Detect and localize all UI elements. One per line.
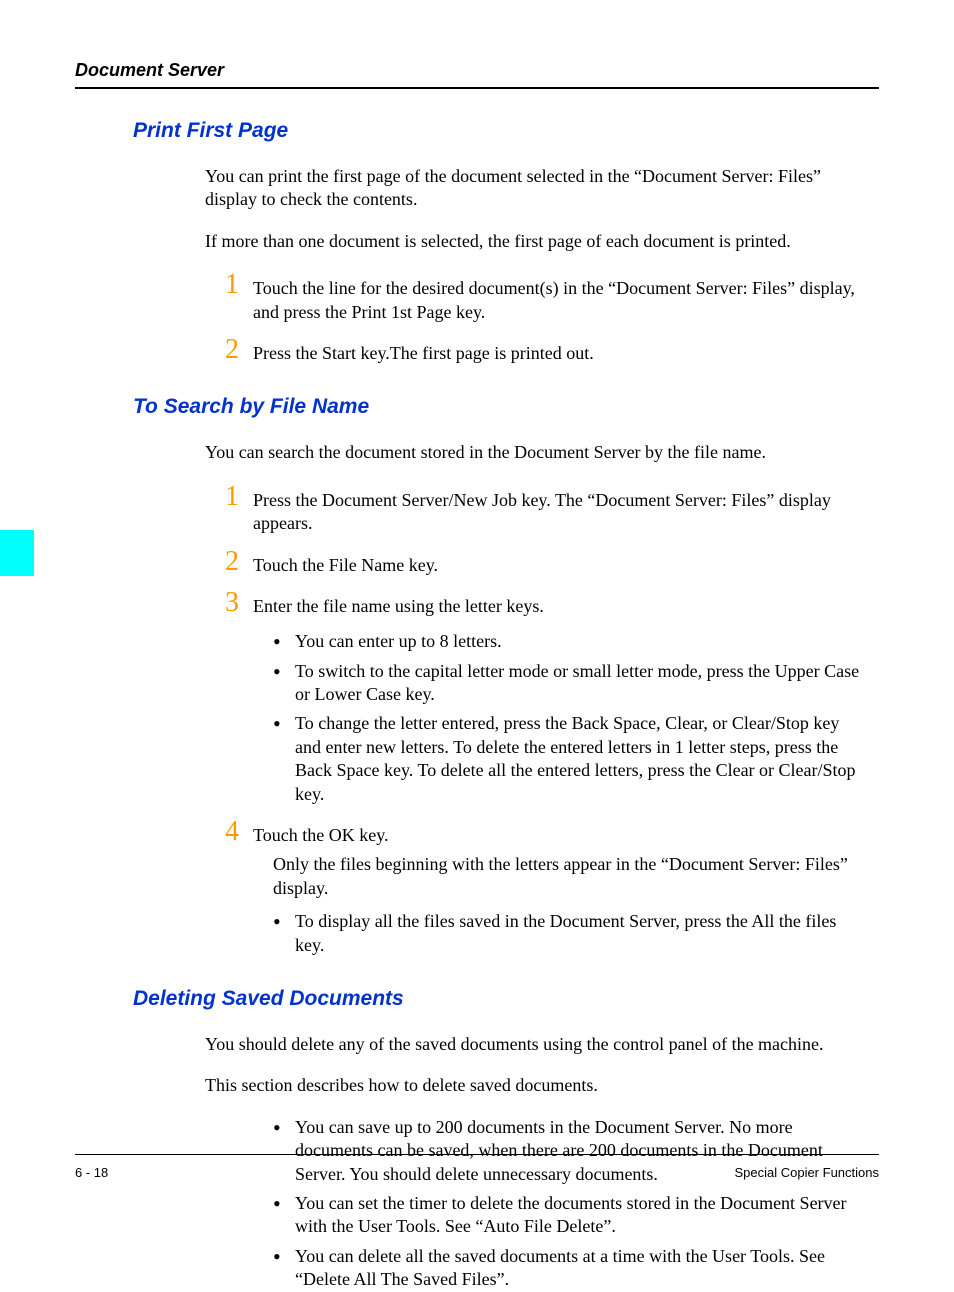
step-text: Touch the line for the desired document(…	[253, 271, 869, 324]
bullet-list: To display all the files saved in the Do…	[273, 910, 869, 957]
step-number: 2	[225, 548, 253, 576]
step-list: 1 Press the Document Server/New Job key.…	[225, 483, 869, 957]
step-item: 2 Touch the File Name key.	[225, 548, 869, 577]
step-text: Touch the File Name key.	[253, 548, 869, 577]
paragraph: You can search the document stored in th…	[205, 441, 869, 464]
step-text: Touch the OK key.	[253, 818, 869, 847]
step-item: 2 Press the Start key.The first page is …	[225, 336, 869, 365]
step-number: 2	[225, 336, 253, 364]
page-footer: 6 - 18 Special Copier Functions	[75, 1154, 879, 1180]
paragraph: If more than one document is selected, t…	[205, 230, 869, 253]
footer-section-title: Special Copier Functions	[734, 1165, 879, 1180]
section-body-search-by-file-name: You can search the document stored in th…	[205, 441, 869, 957]
section-heading-search-by-file-name: To Search by File Name	[133, 395, 879, 419]
step-extra-text: Only the files beginning with the letter…	[273, 853, 869, 900]
bullet-item: You can enter up to 8 letters.	[273, 630, 869, 653]
section-heading-deleting-saved-documents: Deleting Saved Documents	[133, 987, 879, 1011]
footer-page-number: 6 - 18	[75, 1165, 108, 1180]
step-number: 1	[225, 271, 253, 299]
step-list: 1 Touch the line for the desired documen…	[225, 271, 869, 365]
paragraph: You should delete any of the saved docum…	[205, 1033, 869, 1056]
step-item: 4 Touch the OK key.	[225, 818, 869, 847]
step-number: 1	[225, 483, 253, 511]
bullet-item: To display all the files saved in the Do…	[273, 910, 869, 957]
bullet-list: You can enter up to 8 letters. To switch…	[273, 630, 869, 806]
step-number: 3	[225, 589, 253, 617]
bullet-item: To switch to the capital letter mode or …	[273, 660, 869, 707]
side-tab	[0, 530, 34, 576]
document-page: Document Server Print First Page You can…	[0, 0, 954, 1235]
section-body-print-first-page: You can print the first page of the docu…	[205, 165, 869, 365]
section-heading-print-first-page: Print First Page	[133, 119, 879, 143]
bullet-item: You can delete all the saved documents a…	[273, 1245, 869, 1292]
step-text: Press the Start key.The first page is pr…	[253, 336, 869, 365]
step-item: 3 Enter the file name using the letter k…	[225, 589, 869, 618]
step-text: Press the Document Server/New Job key. T…	[253, 483, 869, 536]
paragraph: You can print the first page of the docu…	[205, 165, 869, 212]
step-item: 1 Press the Document Server/New Job key.…	[225, 483, 869, 536]
step-number: 4	[225, 818, 253, 846]
paragraph: This section describes how to delete sav…	[205, 1074, 869, 1097]
page-header: Document Server	[75, 60, 879, 89]
step-text: Enter the file name using the letter key…	[253, 589, 869, 618]
bullet-list: You can save up to 200 documents in the …	[273, 1116, 869, 1292]
bullet-item: You can set the timer to delete the docu…	[273, 1192, 869, 1239]
step-item: 1 Touch the line for the desired documen…	[225, 271, 869, 324]
bullet-item: To change the letter entered, press the …	[273, 712, 869, 806]
